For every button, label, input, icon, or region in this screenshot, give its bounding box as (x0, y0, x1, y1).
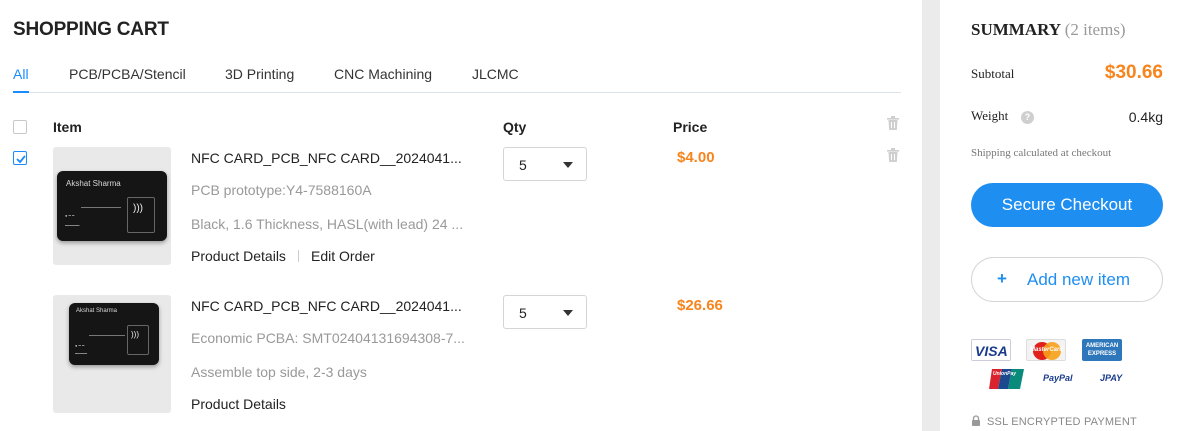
column-header-item: Item (53, 119, 82, 135)
summary-title: SUMMARY (2 items) (971, 20, 1126, 40)
mastercard-logo: MasterCard (1026, 339, 1066, 361)
card-print-name: Akshat Sharma (66, 179, 121, 188)
item-2-name[interactable]: NFC CARD_PCB_NFC CARD__2024041... (191, 298, 471, 314)
tab-jlcmc[interactable]: JLCMC (472, 66, 519, 82)
item-2-price: $26.66 (677, 297, 723, 314)
chevron-down-icon (563, 162, 573, 168)
item-1-trash-icon[interactable] (885, 147, 901, 163)
active-tab-indicator (13, 91, 29, 93)
weight-value: 0.4kg (1128, 109, 1163, 125)
item-1-thumbnail[interactable]: Akshat Sharma ● ━ ━ ━━━━━━ ))) (53, 147, 171, 265)
nfc-card-image: Akshat Sharma ● ━ ━ ━━━━━━ ))) (57, 171, 167, 241)
plus-icon: + (997, 269, 1007, 288)
item-1-name[interactable]: NFC CARD_PCB_NFC CARD__2024041... (191, 150, 471, 166)
delete-all-trash-icon[interactable] (885, 115, 901, 131)
page-title: SHOPPING CART (13, 19, 169, 40)
select-all-checkbox[interactable] (13, 120, 27, 134)
item-1-detail-2: Black, 1.6 Thickness, HASL(with lead) 24… (191, 216, 464, 232)
add-new-item-label: Add new item (1027, 270, 1130, 289)
subtotal-value: $30.66 (1104, 62, 1163, 83)
cart-panel: SHOPPING CART All PCB/PCBA/Stencil 3D Pr… (0, 0, 922, 431)
secure-checkout-button[interactable]: Secure Checkout (971, 183, 1163, 227)
category-tabs: All PCB/PCBA/Stencil 3D Printing CNC Mac… (13, 64, 901, 93)
tab-pcb-pcba-stencil[interactable]: PCB/PCBA/Stencil (69, 66, 186, 82)
tab-all[interactable]: All (13, 66, 29, 82)
qty-value: 5 (519, 157, 527, 173)
qty-value: 5 (519, 305, 527, 321)
item-1-price: $4.00 (677, 149, 715, 166)
item-2-qty-select[interactable]: 5 (503, 295, 587, 329)
unionpay-logo: UnionPay (989, 368, 1025, 390)
item-2-thumbnail[interactable]: Akshat Sharma ● ━ ━ ━━━━━ ))) (53, 295, 171, 413)
jcb-logo: JPAY (1100, 373, 1123, 383)
summary-item-count: (2 items) (1064, 20, 1126, 39)
summary-title-text: SUMMARY (971, 20, 1061, 39)
link-separator (298, 250, 299, 262)
weight-label: Weight (971, 108, 1009, 123)
item-2-detail-2: Assemble top side, 2-3 days (191, 364, 367, 380)
card-print-name: Akshat Sharma (76, 308, 118, 314)
ssl-label: SSL ENCRYPTED PAYMENT (987, 416, 1137, 428)
paypal-logo: PayPal (1043, 373, 1073, 383)
ssl-encrypted-note: SSL ENCRYPTED PAYMENT (971, 415, 1137, 428)
nfc-card-image: Akshat Sharma ● ━ ━ ━━━━━ ))) (69, 303, 159, 365)
item-1-product-details-link[interactable]: Product Details (191, 248, 286, 264)
column-header-price: Price (673, 119, 708, 135)
item-1-qty-select[interactable]: 5 (503, 147, 587, 181)
help-icon[interactable]: ? (1021, 111, 1034, 124)
shipping-note: Shipping calculated at checkout (971, 147, 1112, 159)
item-1-detail-1: PCB prototype:Y4-7588160A (191, 182, 372, 198)
summary-panel: SUMMARY (2 items) Subtotal $30.66 Weight… (940, 0, 1188, 431)
tab-cnc-machining[interactable]: CNC Machining (334, 66, 432, 82)
add-new-item-button[interactable]: + Add new item (971, 257, 1163, 302)
column-header-qty: Qty (503, 119, 527, 135)
item-2-detail-1: Economic PCBA: SMT02404131694308-7... (191, 330, 465, 346)
tab-3d-printing[interactable]: 3D Printing (225, 66, 294, 82)
chevron-down-icon (563, 310, 573, 316)
item-2-product-details-link[interactable]: Product Details (191, 396, 286, 412)
item-1-checkbox[interactable] (13, 151, 27, 165)
item-1-edit-order-link[interactable]: Edit Order (311, 248, 375, 264)
subtotal-label: Subtotal (971, 66, 1015, 81)
amex-logo: AMERICAN EXPRESS (1082, 339, 1122, 361)
visa-logo: VISA (971, 339, 1011, 361)
lock-icon (972, 415, 980, 426)
